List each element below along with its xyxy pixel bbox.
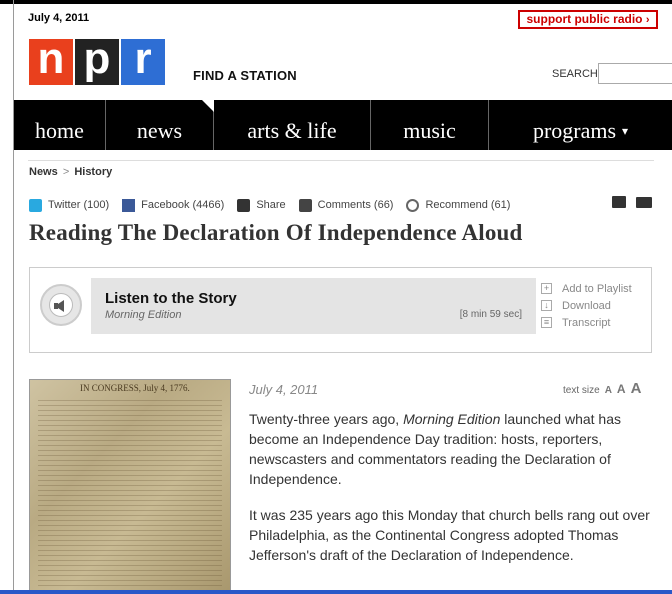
listen-title: Listen to the Story bbox=[105, 290, 237, 307]
chevron-right-icon: › bbox=[645, 14, 650, 26]
find-a-station-link[interactable]: FIND A STATION bbox=[193, 68, 297, 83]
logo-tile-r: r bbox=[121, 37, 165, 85]
facebook-label: Facebook (4466) bbox=[141, 199, 225, 211]
share-icon bbox=[237, 198, 251, 212]
story-body: Twenty-three years ago, Morning Edition … bbox=[249, 409, 654, 581]
transcript-label: Transcript bbox=[562, 316, 611, 329]
main-nav: home news arts & life music programs ▾ bbox=[14, 100, 672, 150]
nav-item-news[interactable]: news bbox=[106, 100, 214, 150]
recommend-icon bbox=[406, 198, 420, 212]
audio-player: Listen to the Story Morning Edition [8 m… bbox=[29, 267, 652, 353]
breadcrumb: News > History bbox=[29, 166, 112, 178]
document-texture bbox=[38, 400, 222, 590]
chevron-down-icon: ▾ bbox=[622, 124, 629, 138]
download-icon: ↓ bbox=[541, 300, 552, 311]
support-public-radio-button[interactable]: support public radio › bbox=[518, 10, 658, 29]
print-icon[interactable] bbox=[612, 196, 626, 208]
download-button[interactable]: ↓ Download bbox=[541, 297, 632, 314]
nav-item-music[interactable]: music bbox=[371, 100, 489, 150]
add-to-playlist-button[interactable]: + Add to Playlist bbox=[541, 280, 632, 297]
nav-item-programs[interactable]: programs ▾ bbox=[489, 100, 672, 150]
window-top-border bbox=[0, 0, 672, 4]
text-size-control: text size A A A bbox=[563, 380, 641, 397]
breadcrumb-history[interactable]: History bbox=[74, 166, 112, 178]
facebook-icon bbox=[122, 198, 136, 212]
comments-icon bbox=[298, 198, 312, 212]
comments-button[interactable]: Comments (66) bbox=[298, 198, 394, 212]
listen-duration: [8 min 59 sec] bbox=[459, 309, 522, 320]
audio-actions: + Add to Playlist ↓ Download ≡ Transcrip… bbox=[541, 280, 632, 331]
story-paragraph: It was 235 years ago this Monday that ch… bbox=[249, 507, 650, 563]
page-title: Reading The Declaration Of Independence … bbox=[29, 220, 523, 245]
nav-item-arts-life[interactable]: arts & life bbox=[214, 100, 371, 150]
listen-panel[interactable]: Listen to the Story Morning Edition [8 m… bbox=[91, 278, 536, 334]
search-label: SEARCH bbox=[552, 68, 598, 80]
recommend-button[interactable]: Recommend (61) bbox=[406, 198, 511, 212]
text-size-small-button[interactable]: A bbox=[605, 385, 612, 396]
support-label: support public radio bbox=[526, 12, 643, 26]
add-to-playlist-label: Add to Playlist bbox=[562, 282, 632, 295]
image-caption: IN CONGRESS, July 4, 1776. bbox=[80, 383, 190, 393]
nav-item-news-label: news bbox=[136, 118, 183, 143]
social-bar: Twitter (100) Facebook (4466) Share Comm… bbox=[29, 197, 523, 213]
comments-label: Comments (66) bbox=[317, 199, 394, 211]
text-size-medium-button[interactable]: A bbox=[617, 382, 626, 396]
text-size-large-button[interactable]: A bbox=[631, 380, 642, 397]
morning-edition-link[interactable]: Morning Edition bbox=[403, 411, 500, 427]
story-paragraph: Twenty-three years ago, Morning Edition … bbox=[249, 409, 654, 489]
listen-play-button[interactable] bbox=[40, 284, 82, 326]
listen-program: Morning Edition bbox=[105, 309, 182, 321]
logo-tile-n: n bbox=[29, 37, 73, 85]
active-corner-marker bbox=[202, 100, 214, 112]
logo-tile-p: p bbox=[75, 37, 119, 85]
search-input[interactable] bbox=[598, 63, 672, 84]
window-left-border bbox=[13, 0, 14, 594]
breadcrumb-news[interactable]: News bbox=[29, 166, 58, 178]
window-bottom-border bbox=[0, 590, 672, 594]
share-button[interactable]: Share bbox=[237, 198, 286, 212]
download-label: Download bbox=[562, 299, 611, 312]
npr-logo[interactable]: n p r bbox=[29, 37, 167, 85]
nav-item-home[interactable]: home bbox=[14, 100, 106, 150]
twitter-button[interactable]: Twitter (100) bbox=[29, 198, 110, 212]
twitter-icon bbox=[29, 198, 42, 212]
header-divider bbox=[28, 160, 654, 161]
share-label: Share bbox=[256, 199, 286, 211]
transcript-button[interactable]: ≡ Transcript bbox=[541, 314, 632, 331]
twitter-label: Twitter (100) bbox=[48, 199, 110, 211]
email-icon[interactable] bbox=[636, 197, 652, 208]
speaker-icon-cone bbox=[55, 300, 64, 312]
header-date: July 4, 2011 bbox=[28, 12, 90, 24]
recommend-label: Recommend (61) bbox=[425, 199, 511, 211]
breadcrumb-separator: > bbox=[62, 166, 70, 178]
story-date: July 4, 2011 bbox=[249, 382, 319, 397]
nav-item-programs-label: programs bbox=[532, 118, 617, 143]
speaker-icon bbox=[49, 293, 73, 317]
story-paragraph-lead: Twenty-three years ago, bbox=[249, 411, 404, 427]
plus-icon: + bbox=[541, 283, 552, 294]
transcript-icon: ≡ bbox=[541, 317, 552, 328]
facebook-button[interactable]: Facebook (4466) bbox=[122, 198, 225, 212]
declaration-image[interactable]: IN CONGRESS, July 4, 1776. bbox=[29, 379, 231, 594]
text-size-label: text size bbox=[563, 385, 600, 396]
